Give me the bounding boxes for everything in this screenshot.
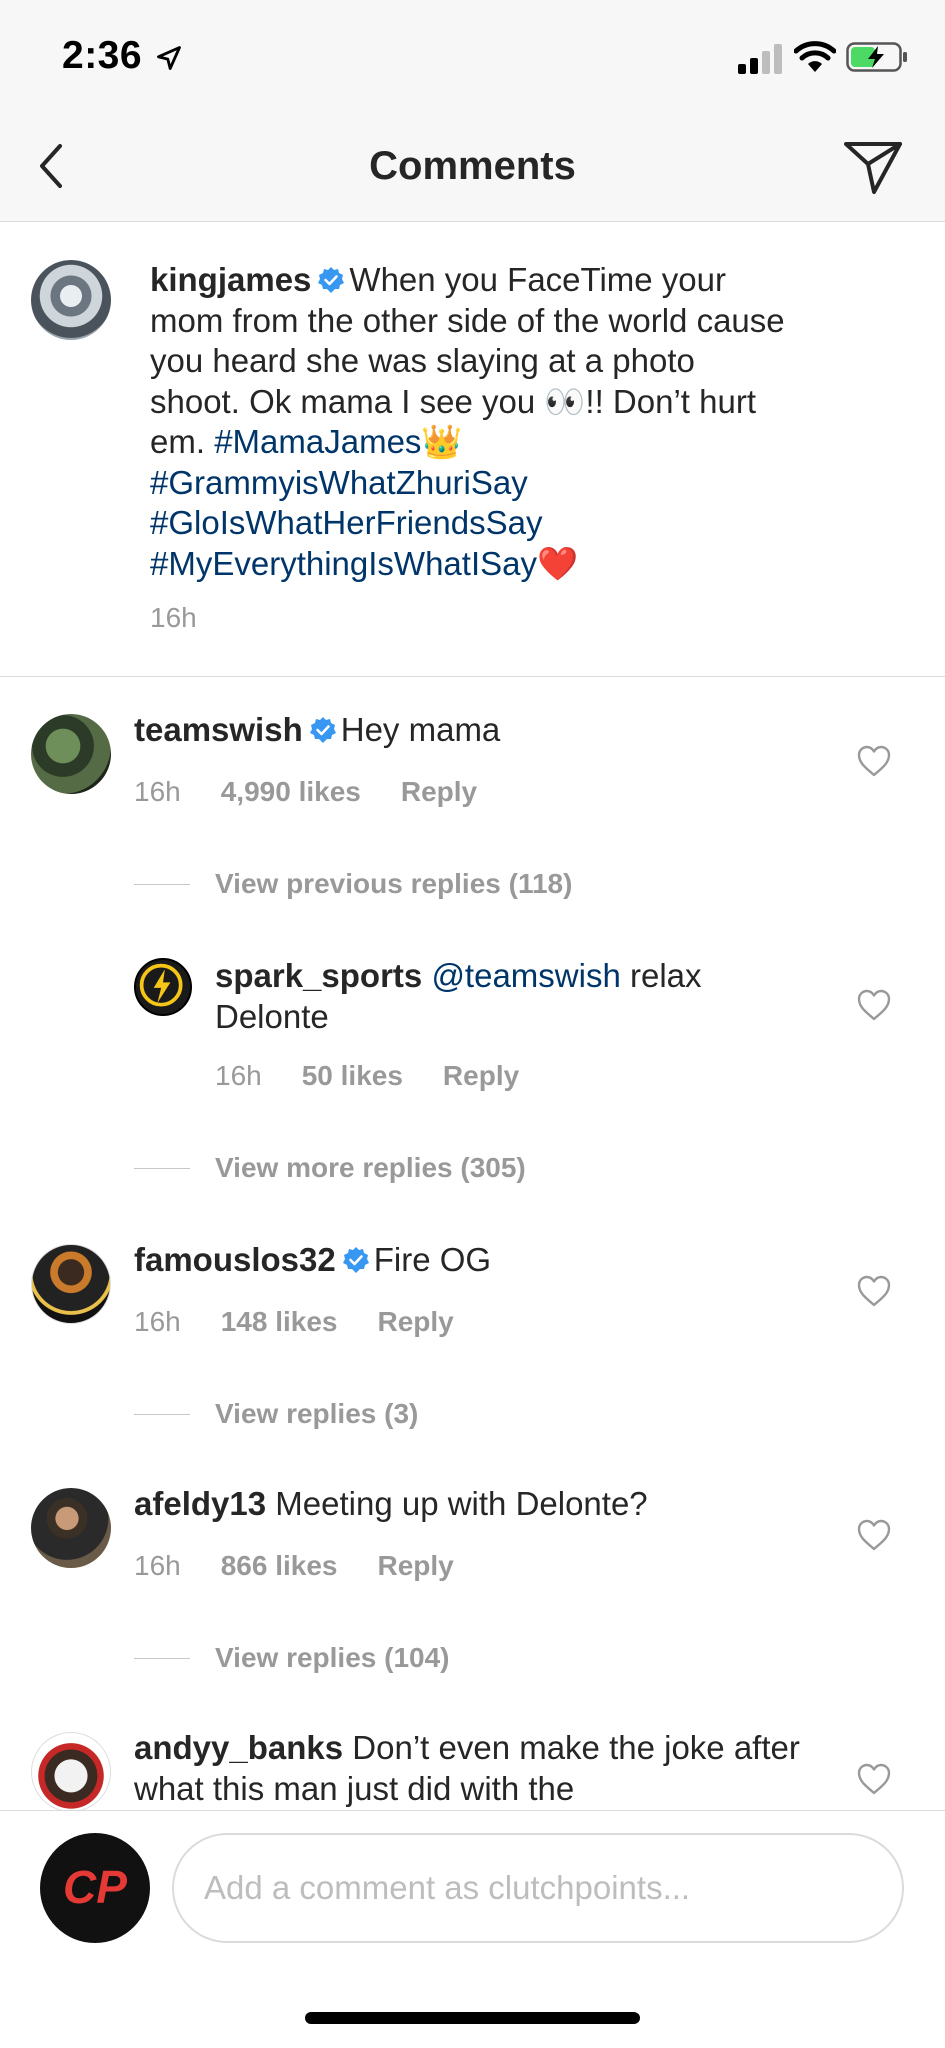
likes-count[interactable]: 148 likes xyxy=(221,1306,338,1337)
replies-divider xyxy=(134,1168,190,1169)
cp-logo-text: CP xyxy=(63,1861,127,1913)
replies-divider xyxy=(134,884,190,885)
likes-count[interactable]: 866 likes xyxy=(221,1550,338,1581)
avatar[interactable] xyxy=(31,714,111,794)
comment-timestamp: 16h xyxy=(134,776,181,807)
comment-item: afeldy13 Meeting up with Delonte? 16h 866… xyxy=(0,1478,945,1658)
comment-timestamp: 16h xyxy=(134,1306,181,1337)
heart-icon[interactable] xyxy=(856,744,892,778)
comment-item: teamswish Hey mama 16h 4,990 likes Reply xyxy=(0,690,945,890)
page-title: Comments xyxy=(369,144,576,188)
comment-meta: 16h 866 likes Reply xyxy=(134,1550,494,1582)
clutchpoints-logo-icon: CP xyxy=(42,1835,148,1941)
view-replies-link[interactable]: View replies (104) xyxy=(215,1642,450,1674)
battery-charging-icon xyxy=(846,42,907,72)
avatar[interactable] xyxy=(134,958,192,1016)
caption-text: kingjames When you FaceTime your mom from… xyxy=(150,260,790,584)
comment-text: afeldy13 Meeting up with Delonte? xyxy=(134,1484,814,1525)
status-time: 2:36 xyxy=(62,34,143,77)
verified-badge-icon xyxy=(342,1247,369,1273)
comment-input[interactable] xyxy=(172,1833,904,1943)
cellular-signal-icon xyxy=(738,44,782,74)
comment-text: teamswish Hey mama xyxy=(134,710,814,751)
reply-button[interactable]: Reply xyxy=(378,1550,454,1581)
avatar[interactable] xyxy=(31,1488,111,1568)
likes-count[interactable]: 50 likes xyxy=(302,1060,403,1091)
comment-username[interactable]: famouslos32 xyxy=(134,1241,336,1278)
direct-share-icon[interactable] xyxy=(840,134,906,200)
comment-username[interactable]: andyy_banks xyxy=(134,1729,343,1766)
comment-meta: 16h 4,990 likes Reply xyxy=(134,776,517,808)
comment-body: Meeting up with Delonte? xyxy=(275,1485,648,1522)
comment-body: Fire OG xyxy=(373,1241,492,1278)
comment-body: Hey mama xyxy=(340,711,501,748)
likes-count[interactable]: 4,990 likes xyxy=(221,776,361,807)
reply-button[interactable]: Reply xyxy=(378,1306,454,1337)
comment-text: famouslos32 Fire OG xyxy=(134,1240,814,1281)
hashtag[interactable]: #GloIsWhatHerFriendsSay xyxy=(150,504,542,541)
hashtag[interactable]: #MyEverythingIsWhatISay xyxy=(150,545,537,582)
comment-username[interactable]: teamswish xyxy=(134,711,303,748)
heart-icon[interactable] xyxy=(856,1518,892,1552)
comment-item: famouslos32 Fire OG 16h 148 likes Reply xyxy=(0,1234,945,1414)
comment-meta: 16h 50 likes Reply xyxy=(215,1060,559,1092)
verified-badge-icon xyxy=(309,717,336,743)
home-indicator[interactable] xyxy=(305,2012,640,2024)
heart-icon[interactable] xyxy=(856,1762,892,1796)
avatar[interactable] xyxy=(31,1732,111,1810)
wifi-icon xyxy=(794,41,836,72)
comment-meta: 16h 148 likes Reply xyxy=(134,1306,494,1338)
view-replies-link[interactable]: View more replies (305) xyxy=(215,1152,526,1184)
heart-icon[interactable] xyxy=(856,1274,892,1308)
comment-text: spark_sports @teamswish relax Delonte xyxy=(215,956,755,1037)
reply-item: spark_sports @teamswish relax Delonte 16… xyxy=(0,950,945,1110)
view-replies-link[interactable]: View replies (3) xyxy=(215,1398,418,1430)
reply-button[interactable]: Reply xyxy=(443,1060,519,1091)
hashtag[interactable]: #GrammyisWhatZhuriSay xyxy=(150,464,528,501)
reply-button[interactable]: Reply xyxy=(401,776,477,807)
mention-link[interactable]: @teamswish xyxy=(431,957,620,994)
replies-divider xyxy=(134,1658,190,1659)
comment-text: andyy_banks Don’t even make the joke aft… xyxy=(134,1728,814,1809)
comment-username[interactable]: afeldy13 xyxy=(134,1485,266,1522)
comment-timestamp: 16h xyxy=(215,1060,262,1091)
caption-timestamp: 16h xyxy=(150,602,197,633)
hashtag[interactable]: #MamaJames xyxy=(214,423,421,460)
verified-badge-icon xyxy=(318,267,345,293)
avatar[interactable] xyxy=(31,1244,111,1324)
post-caption: kingjames When you FaceTime your mom from… xyxy=(0,222,945,677)
view-replies-link[interactable]: View previous replies (118) xyxy=(215,868,572,900)
caption-username[interactable]: kingjames xyxy=(150,261,311,298)
comment-item: andyy_banks Don’t even make the joke aft… xyxy=(0,1722,945,1810)
crown-emoji: 👑 xyxy=(421,423,463,460)
heart-icon[interactable] xyxy=(856,988,892,1022)
status-bar: 2:36 xyxy=(0,0,945,110)
replies-divider xyxy=(134,1414,190,1415)
heart-emoji: ❤️ xyxy=(536,544,579,582)
avatar[interactable] xyxy=(31,260,111,340)
location-arrow-icon xyxy=(157,46,181,70)
comment-username[interactable]: spark_sports xyxy=(215,957,422,994)
lightning-logo-icon xyxy=(139,963,183,1007)
comment-timestamp: 16h xyxy=(134,1550,181,1581)
nav-bar: Comments xyxy=(0,110,945,222)
avatar[interactable]: CP xyxy=(40,1833,150,1943)
